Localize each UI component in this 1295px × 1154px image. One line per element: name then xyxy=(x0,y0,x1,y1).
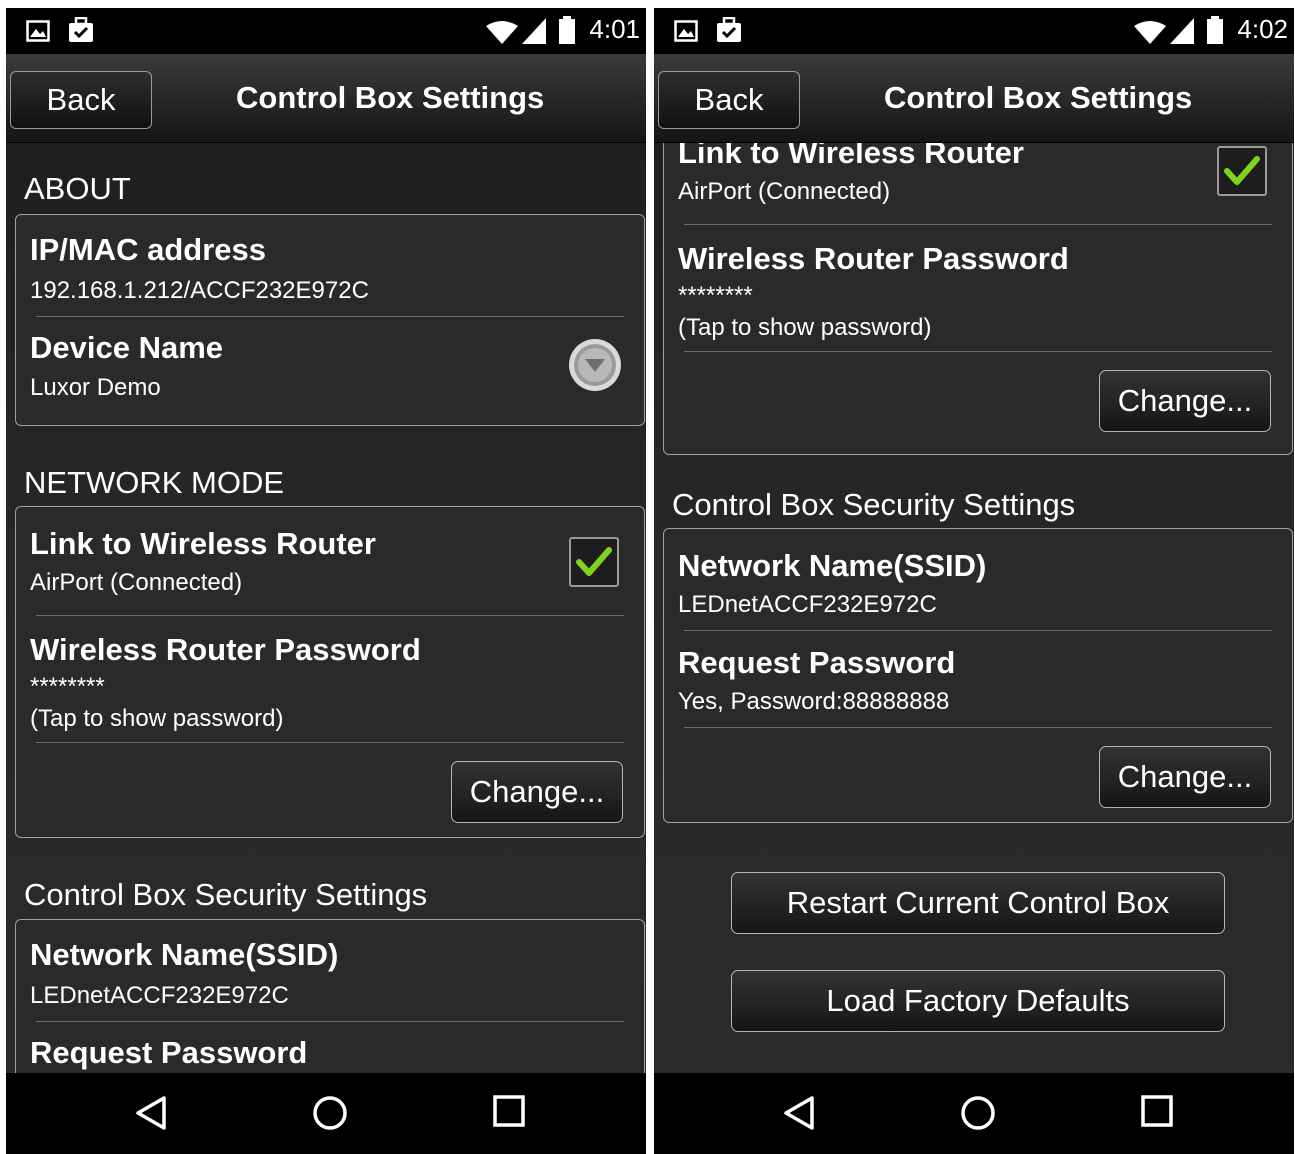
title-bar: Back Control Box Settings xyxy=(6,54,646,143)
router-password-title[interactable]: Wireless Router Password xyxy=(30,632,421,668)
signal-icon xyxy=(1170,18,1194,44)
dropdown-icon[interactable] xyxy=(568,338,622,392)
battery-icon xyxy=(1207,16,1223,44)
page-title: Control Box Settings xyxy=(236,80,545,115)
link-router-checkbox[interactable] xyxy=(569,537,619,587)
link-router-checkbox[interactable] xyxy=(1217,146,1267,196)
divider xyxy=(36,742,624,743)
load-factory-defaults-button[interactable]: Load Factory Defaults xyxy=(731,970,1225,1032)
page-title: Control Box Settings xyxy=(884,80,1193,115)
security-panel: Network Name(SSID) LEDnetACCF232E972C Re… xyxy=(663,528,1293,823)
device-name-value: Luxor Demo xyxy=(30,374,161,401)
link-router-title[interactable]: Link to Wireless Router xyxy=(30,526,376,562)
check-icon xyxy=(1224,156,1260,185)
device-name-title[interactable]: Device Name xyxy=(30,330,223,366)
request-password-title[interactable]: Request Password xyxy=(30,1035,307,1071)
divider xyxy=(36,1021,624,1022)
wifi-icon xyxy=(486,21,518,44)
security-header: Control Box Security Settings xyxy=(672,487,1076,522)
network-mode-panel: Link to Wireless Router AirPort (Connect… xyxy=(663,143,1293,455)
network-mode-panel: Link to Wireless Router AirPort (Connect… xyxy=(15,506,645,838)
restart-control-box-button[interactable]: Restart Current Control Box xyxy=(731,872,1225,934)
navigation-bar xyxy=(6,1073,646,1154)
ssid-title[interactable]: Network Name(SSID) xyxy=(30,937,338,973)
router-password-title[interactable]: Wireless Router Password xyxy=(678,241,1069,277)
ip-mac-value: 192.168.1.212/ACCF232E972C xyxy=(30,277,369,304)
check-icon xyxy=(576,547,612,576)
divider xyxy=(684,224,1272,225)
divider xyxy=(684,727,1272,728)
settings-scroll[interactable]: Link to Wireless Router AirPort (Connect… xyxy=(654,143,1294,1073)
briefcase-check-icon xyxy=(717,17,741,42)
left-screen: 4:01 Back Control Box Settings ABOUT IP/… xyxy=(6,8,646,1154)
navigation-bar xyxy=(654,1073,1294,1154)
about-header: ABOUT xyxy=(24,171,131,206)
settings-scroll[interactable]: ABOUT IP/MAC address 192.168.1.212/ACCF2… xyxy=(6,143,646,1073)
title-bar: Back Control Box Settings xyxy=(654,54,1294,143)
home-nav-icon[interactable] xyxy=(960,1095,996,1131)
security-panel: Network Name(SSID) LEDnetACCF232E972C Re… xyxy=(15,919,645,1073)
status-bar: 4:01 xyxy=(6,8,646,54)
network-mode-header: NETWORK MODE xyxy=(24,465,285,500)
divider xyxy=(36,615,624,616)
ssid-value: LEDnetACCF232E972C xyxy=(30,982,289,1009)
about-panel: IP/MAC address 192.168.1.212/ACCF232E972… xyxy=(15,214,645,426)
security-header: Control Box Security Settings xyxy=(24,877,428,912)
briefcase-check-icon xyxy=(69,17,93,42)
clock: 4:01 xyxy=(589,14,640,44)
link-router-value: AirPort (Connected) xyxy=(30,569,243,596)
ip-mac-title: IP/MAC address xyxy=(30,232,267,267)
back-nav-icon[interactable] xyxy=(782,1095,816,1131)
back-nav-icon[interactable] xyxy=(134,1095,168,1131)
router-password-masked: ******** xyxy=(678,282,753,309)
divider xyxy=(684,630,1272,631)
change-password-button[interactable]: Change... xyxy=(1099,370,1271,432)
recents-nav-icon[interactable] xyxy=(493,1095,525,1127)
right-screen: 4:02 Back Control Box Settings Link to W… xyxy=(654,8,1294,1154)
divider xyxy=(36,316,624,317)
home-nav-icon[interactable] xyxy=(312,1095,348,1131)
signal-icon xyxy=(522,18,546,44)
status-bar: 4:02 xyxy=(654,8,1294,54)
router-password-masked: ******** xyxy=(30,673,105,700)
battery-icon xyxy=(559,16,575,44)
link-router-title[interactable]: Link to Wireless Router xyxy=(678,143,1024,171)
recents-nav-icon[interactable] xyxy=(1141,1095,1173,1127)
back-button[interactable]: Back xyxy=(10,71,152,129)
image-icon xyxy=(26,20,50,42)
tap-show-password[interactable]: (Tap to show password) xyxy=(678,314,931,342)
tap-show-password[interactable]: (Tap to show password) xyxy=(30,705,283,733)
back-button[interactable]: Back xyxy=(658,71,800,129)
wifi-icon xyxy=(1134,21,1166,44)
link-router-value: AirPort (Connected) xyxy=(678,178,891,205)
divider xyxy=(684,351,1272,352)
change-password-button[interactable]: Change... xyxy=(451,761,623,823)
clock: 4:02 xyxy=(1237,14,1288,44)
ssid-title[interactable]: Network Name(SSID) xyxy=(678,548,986,584)
change-security-button[interactable]: Change... xyxy=(1099,746,1271,808)
ssid-value: LEDnetACCF232E972C xyxy=(678,591,937,618)
request-password-title[interactable]: Request Password xyxy=(678,645,955,681)
request-password-value: Yes, Password:88888888 xyxy=(678,688,950,715)
image-icon xyxy=(674,20,698,42)
